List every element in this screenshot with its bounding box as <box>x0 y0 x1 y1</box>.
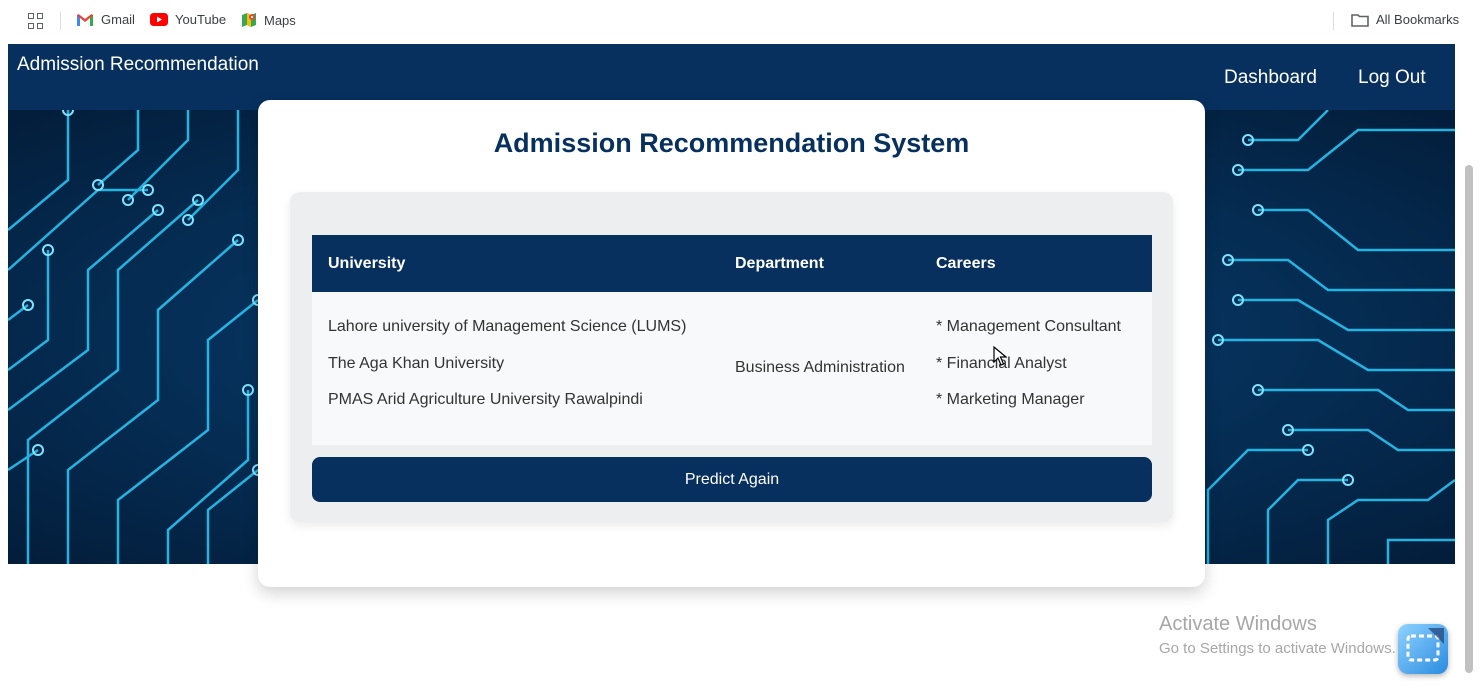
all-bookmarks-label: All Bookmarks <box>1376 12 1460 27</box>
results-panel: University Department Careers Lahore uni… <box>290 192 1173 522</box>
page-title: Admission Recommendation System <box>493 128 970 158</box>
header-university: University <box>328 255 406 272</box>
university-cell: PMAS Arid Agriculture University Rawalpi… <box>328 391 643 408</box>
activate-windows-title: Activate Windows <box>1159 613 1317 635</box>
nav-dashboard-link[interactable]: Dashboard <box>1224 67 1317 89</box>
bookmark-divider <box>1333 12 1334 30</box>
predict-again-button[interactable]: Predict Again <box>312 457 1152 502</box>
bookmarks-bar: Gmail YouTube Maps All Bookmarks <box>0 0 1483 43</box>
header-department: Department <box>735 255 824 272</box>
brand-title[interactable]: Admission Recommendation <box>17 54 259 76</box>
nav-logout-link[interactable]: Log Out <box>1358 67 1426 89</box>
bookmark-divider <box>60 12 61 30</box>
department-cell: Business Administration <box>735 359 905 376</box>
mouse-cursor-icon <box>993 346 1007 366</box>
activate-windows-subtitle: Go to Settings to activate Windows. <box>1159 640 1396 657</box>
header-careers: Careers <box>936 255 996 272</box>
bookmark-youtube[interactable]: YouTube <box>150 12 226 27</box>
university-cell: The Aga Khan University <box>328 355 505 372</box>
results-table: University Department Careers Lahore uni… <box>312 235 1152 445</box>
bookmark-label: YouTube <box>175 12 227 27</box>
youtube-icon <box>150 13 168 26</box>
apps-grid-icon[interactable] <box>28 13 44 29</box>
recommendation-card: Admission Recommendation System Universi… <box>258 100 1205 587</box>
folder-icon <box>1351 13 1369 27</box>
bookmark-maps[interactable]: Maps <box>241 12 296 28</box>
university-cell: Lahore university of Management Science … <box>328 318 687 335</box>
bookmark-gmail[interactable]: Gmail <box>76 12 135 27</box>
all-bookmarks-button[interactable]: All Bookmarks <box>1351 12 1459 27</box>
career-cell: * Management Consultant <box>936 318 1121 335</box>
snipping-tool-icon[interactable] <box>1398 624 1448 674</box>
gmail-icon <box>77 13 93 26</box>
bookmark-label: Gmail <box>101 12 135 27</box>
career-cell: * Marketing Manager <box>936 391 1085 408</box>
table-header: University Department Careers <box>312 235 1152 292</box>
maps-icon <box>242 13 256 27</box>
bookmark-label: Maps <box>264 12 296 28</box>
scrollbar-thumb[interactable] <box>1465 165 1473 673</box>
